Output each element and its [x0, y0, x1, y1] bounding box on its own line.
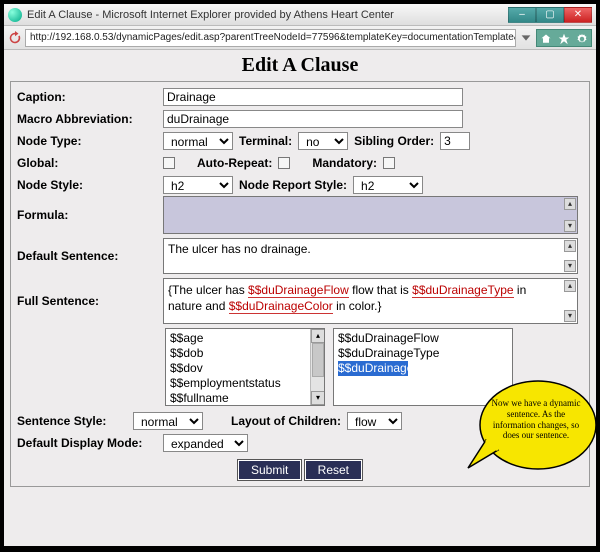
scroll-thumb[interactable]	[312, 343, 324, 377]
caption-input[interactable]	[163, 88, 463, 106]
submit-button[interactable]: Submit	[238, 460, 301, 480]
sentencestyle-select[interactable]: normal	[133, 412, 203, 430]
formula-textarea[interactable]: ▴ ▾	[163, 196, 578, 234]
app-icon	[8, 8, 22, 22]
page-content: Edit A Clause Caption: Macro Abbreviatio…	[4, 50, 596, 546]
nodetype-select[interactable]: normal	[163, 132, 233, 150]
fullsentence-label: Full Sentence:	[17, 294, 157, 308]
list-item[interactable]: $$employmentstatus	[170, 376, 320, 391]
browser-window: Edit A Clause - Microsoft Internet Explo…	[2, 2, 598, 548]
defaultsentence-text: The ulcer has no drainage.	[168, 242, 311, 256]
nodestyle-select[interactable]: h2	[163, 176, 233, 194]
nodetype-label: Node Type:	[17, 134, 157, 148]
terminal-select[interactable]: no	[298, 132, 348, 150]
url-field[interactable]: http://192.168.0.53/dynamicPages/edit.as…	[25, 29, 516, 47]
defaultdisplay-select[interactable]: expanded	[163, 434, 248, 452]
window-title: Edit A Clause - Microsoft Internet Explo…	[27, 9, 508, 21]
annotation-callout: Now we have a dynamic sentence. As the i…	[466, 370, 596, 480]
list-item[interactable]: $$fullname	[170, 391, 320, 406]
scroll-up-icon[interactable]: ▴	[564, 198, 576, 210]
siblingorder-input[interactable]	[440, 132, 470, 150]
formula-label: Formula:	[17, 208, 157, 222]
maximize-button[interactable]: ▢	[536, 7, 564, 23]
dropdown-icon[interactable]	[519, 31, 533, 45]
defaultsentence-textarea[interactable]: The ulcer has no drainage. ▴ ▾	[163, 238, 578, 274]
reset-button[interactable]: Reset	[305, 460, 362, 480]
list-item[interactable]: $$dov	[170, 361, 320, 376]
list-item[interactable]: $$duDrainageColor	[338, 361, 408, 376]
settings-icon[interactable]	[573, 30, 591, 48]
scroll-down-icon[interactable]: ▾	[564, 310, 576, 322]
list-item[interactable]: $$duDrainageFlow	[338, 331, 508, 346]
scroll-down-icon[interactable]: ▾	[564, 220, 576, 232]
window-controls: – ▢ ✕	[508, 7, 592, 23]
address-bar: http://192.168.0.53/dynamicPages/edit.as…	[4, 26, 596, 50]
reload-icon[interactable]	[8, 31, 22, 45]
home-icon[interactable]	[537, 30, 555, 48]
scroll-up-icon[interactable]: ▴	[564, 240, 576, 252]
nodestyle-label: Node Style:	[17, 178, 157, 192]
scroll-up-icon[interactable]: ▴	[311, 329, 325, 343]
layoutchildren-label: Layout of Children:	[231, 414, 341, 428]
close-button[interactable]: ✕	[564, 7, 592, 23]
page-title: Edit A Clause	[10, 54, 590, 77]
mandatory-checkbox[interactable]	[383, 157, 395, 169]
mandatory-label: Mandatory:	[312, 156, 377, 170]
defaultdisplay-label: Default Display Mode:	[17, 436, 157, 450]
macro-label: Macro Abbreviation:	[17, 112, 157, 126]
autorepeat-checkbox[interactable]	[278, 157, 290, 169]
terminal-label: Terminal:	[239, 134, 292, 148]
minimize-button[interactable]: –	[508, 7, 536, 23]
list-item[interactable]: $$duDrainageType	[338, 346, 508, 361]
scroll-down-icon[interactable]: ▾	[564, 260, 576, 272]
left-variable-list[interactable]: $$age$$dob$$dov$$employmentstatus$$fulln…	[165, 328, 325, 406]
defaultsentence-label: Default Sentence:	[17, 249, 157, 263]
scroll-down-icon[interactable]: ▾	[311, 391, 325, 405]
titlebar: Edit A Clause - Microsoft Internet Explo…	[4, 4, 596, 26]
annotation-text: Now we have a dynamic sentence. As the i…	[490, 398, 582, 441]
list-item[interactable]: $$dob	[170, 346, 320, 361]
global-checkbox[interactable]	[163, 157, 175, 169]
sentencestyle-label: Sentence Style:	[17, 414, 127, 428]
caption-label: Caption:	[17, 90, 157, 104]
list-item[interactable]: $$age	[170, 331, 320, 346]
autorepeat-label: Auto-Repeat:	[197, 156, 272, 170]
toolbar-right	[536, 29, 592, 47]
layoutchildren-select[interactable]: flow	[347, 412, 402, 430]
nodereportstyle-select[interactable]: h2	[353, 176, 423, 194]
macro-input[interactable]	[163, 110, 463, 128]
nodereportstyle-label: Node Report Style:	[239, 178, 347, 192]
scrollbar[interactable]: ▴ ▾	[310, 329, 324, 405]
scroll-up-icon[interactable]: ▴	[564, 280, 576, 292]
favorite-icon[interactable]	[555, 30, 573, 48]
fullsentence-textarea[interactable]: {The ulcer has $$duDrainageFlow flow tha…	[163, 278, 578, 324]
siblingorder-label: Sibling Order:	[354, 134, 434, 148]
global-label: Global:	[17, 156, 157, 170]
